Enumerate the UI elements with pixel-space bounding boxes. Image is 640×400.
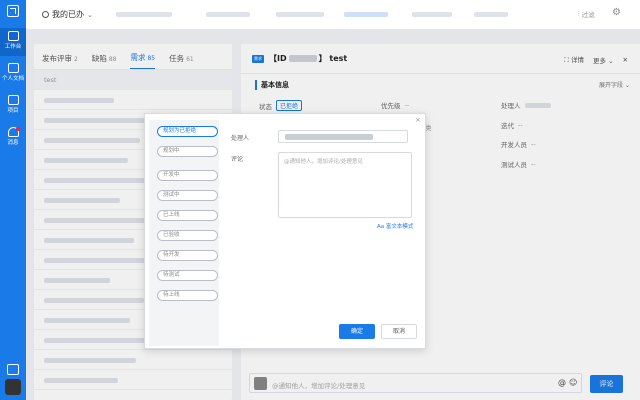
assignee-input[interactable] (278, 130, 408, 143)
workbench-icon (7, 31, 19, 41)
richtext-toggle[interactable]: Aa 富文本模式 (377, 222, 413, 230)
top-tab-blurred[interactable] (206, 12, 250, 17)
left-nav: 工作台 个人文档 项目 消息 (0, 0, 26, 400)
confirm-button[interactable]: 确定 (339, 324, 375, 339)
close-icon[interactable]: × (415, 116, 421, 124)
status-option[interactable]: 已上线 (157, 210, 218, 221)
unread-dot (16, 127, 20, 131)
top-tab-blurred[interactable] (276, 12, 324, 17)
user-avatar[interactable] (5, 379, 21, 395)
status-option[interactable]: 待上线 (157, 290, 218, 301)
comment-placeholder: @通知他人，增加评论/处理意见 (284, 159, 363, 165)
top-tab-blurred[interactable] (116, 12, 172, 17)
status-option[interactable]: 已验收 (157, 230, 218, 241)
nav-item-label: 工作台 (4, 44, 22, 50)
filter-button[interactable]: ⫶ 过滤 (578, 9, 595, 20)
gear-icon[interactable]: ⚙ (612, 7, 621, 18)
nav-item-projects[interactable]: 项目 (0, 92, 26, 120)
status-option[interactable]: 测试中 (157, 190, 218, 201)
nav-item-workbench[interactable]: 工作台 (0, 28, 26, 56)
chevron-down-icon: ⌄ (87, 10, 93, 19)
status-option[interactable]: 规划为已拒绝 (157, 126, 218, 137)
document-icon (7, 63, 19, 73)
check-circle-icon (42, 11, 49, 18)
top-tab-blurred[interactable] (412, 12, 452, 17)
status-option[interactable]: 待测试 (157, 270, 218, 281)
app-logo-icon[interactable] (7, 5, 19, 17)
nav-item-messages[interactable]: 消息 (0, 124, 26, 152)
top-tab-blurred[interactable] (344, 12, 388, 17)
nav-item-label: 消息 (7, 140, 19, 146)
status-option[interactable]: 待开发 (157, 250, 218, 261)
project-icon (7, 95, 19, 105)
nav-item-personal-docs[interactable]: 个人文档 (0, 60, 26, 88)
status-option[interactable]: 开发中 (157, 170, 218, 181)
feedback-icon[interactable] (7, 364, 19, 375)
comment-textarea[interactable]: @通知他人，增加评论/处理意见 (278, 152, 412, 218)
nav-item-label: 个人文档 (1, 76, 24, 82)
filter-label: 过滤 (581, 11, 595, 19)
status-options: 规划为已拒绝 规划中 开发中 测试中 已上线 已验收 待开发 待测试 待上线 (149, 120, 219, 346)
status-transition-dialog: 规划为已拒绝 规划中 开发中 测试中 已上线 已验收 待开发 待测试 待上线 ×… (144, 113, 426, 349)
todo-label: 我的已办 (52, 10, 84, 19)
status-option[interactable]: 规划中 (157, 146, 218, 157)
comment-label: 评论 (231, 156, 244, 163)
filter-icon: ⫶ (578, 9, 580, 18)
top-tab-blurred[interactable] (474, 12, 508, 17)
todo-dropdown[interactable]: 我的已办 ⌄ (42, 9, 93, 20)
assignee-label: 处理人 (231, 135, 250, 142)
cancel-button[interactable]: 取消 (381, 324, 417, 339)
top-bar: 我的已办 ⌄ ⫶ 过滤 ⚙ (26, 0, 640, 30)
nav-item-label: 项目 (7, 108, 19, 114)
